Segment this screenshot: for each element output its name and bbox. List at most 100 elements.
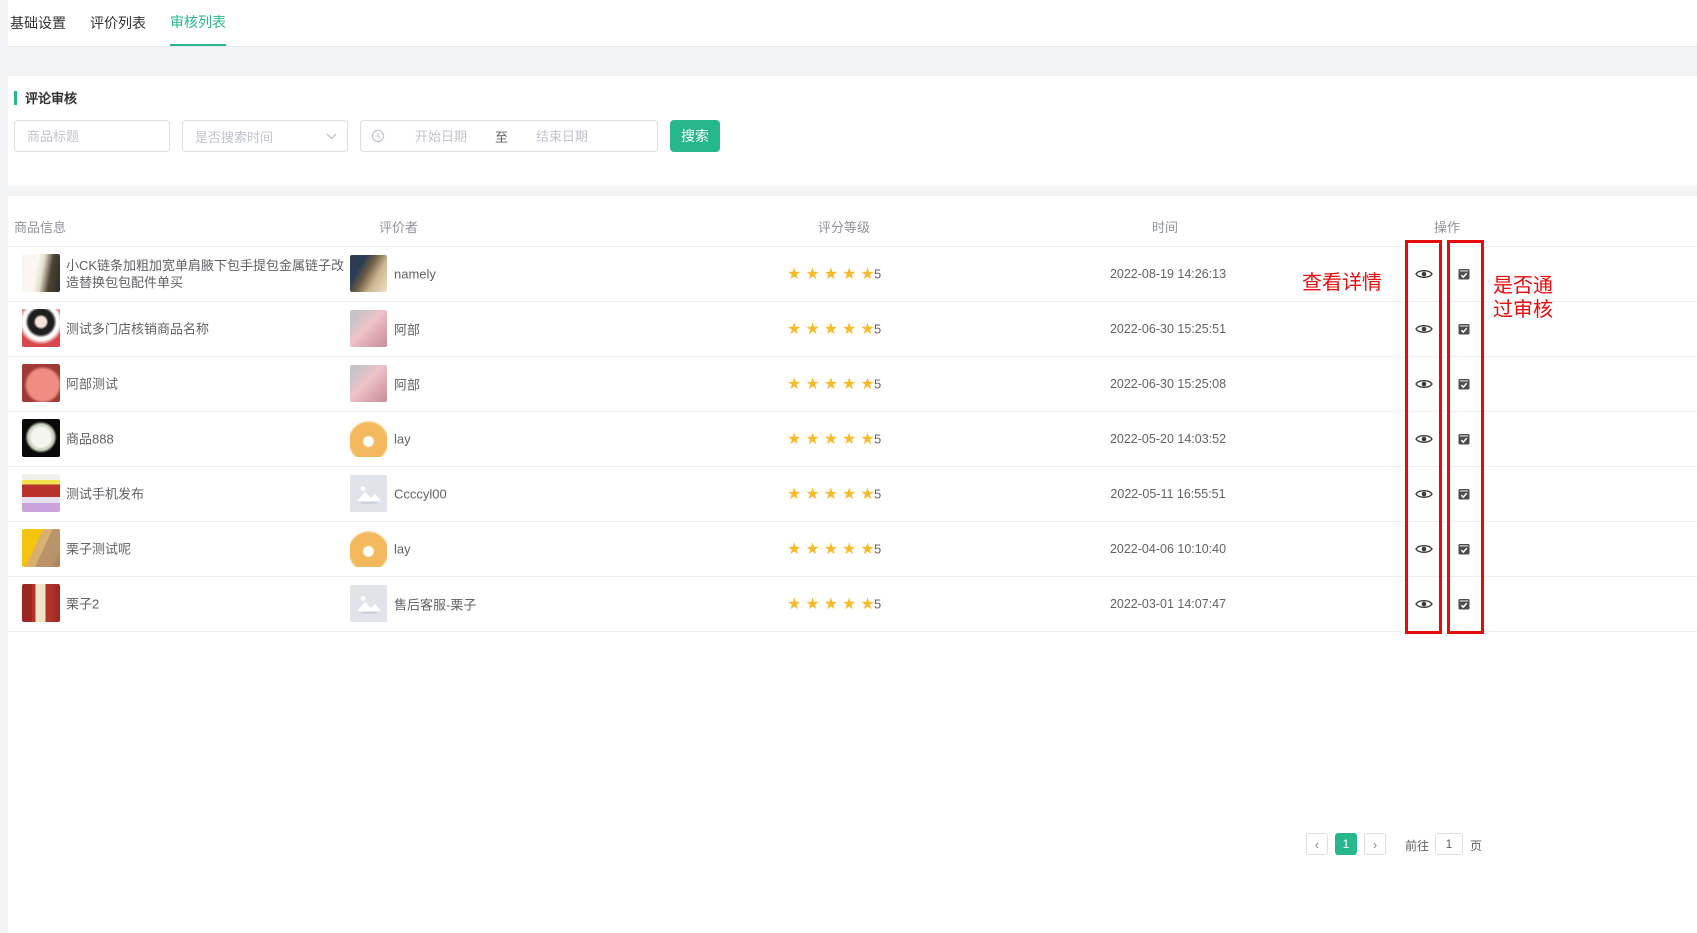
col-header-time: 时间 [1152,217,1178,236]
rating-stars: ★★★★★ [787,484,879,504]
reviewer-name: 售后客服-栗子 [394,594,476,613]
product-title: 测试手机发布 [66,485,352,502]
product-image [22,474,60,512]
image-placeholder-icon [356,483,382,505]
view-details-button[interactable] [1412,537,1436,561]
table-row: 商品888 lay ★★★★★ 5 2022-05-20 14:03:52 [8,411,1697,467]
search-button[interactable]: 搜索 [670,120,720,152]
start-date-input[interactable] [391,128,491,145]
search-time-select[interactable]: 是否搜索时间 [182,120,348,152]
chevron-down-icon [326,133,337,140]
search-time-select-placeholder: 是否搜索时间 [195,127,273,146]
tab-basic-settings[interactable]: 基础设置 [10,0,66,46]
approve-audit-button[interactable] [1452,427,1476,451]
rating-stars: ★★★★★ [787,374,879,394]
reviewer-name: Ccccyl00 [394,486,447,501]
review-time: 2022-08-19 14:26:13 [1098,267,1238,281]
review-time: 2022-06-30 15:25:08 [1098,377,1238,391]
review-time: 2022-06-30 15:25:51 [1098,322,1238,336]
audit-table: 商品信息 评价者 评分等级 时间 操作 小CK链条加粗加宽单肩腋下包手提包金属链… [8,196,1697,933]
table-row: 测试手机发布 Ccccyl00 ★★★★★ 5 2022-05-11 16:55… [8,466,1697,522]
check-square-icon [1457,597,1471,611]
product-title: 商品888 [66,430,352,447]
view-details-button[interactable] [1412,482,1436,506]
end-date-input[interactable] [512,128,612,145]
pagination-goto-input[interactable] [1435,833,1463,855]
reviewer-name: 阿部 [394,319,420,338]
pagination-page-unit: 页 [1470,837,1482,854]
col-header-action: 操作 [1434,217,1460,236]
product-title-input[interactable] [14,120,170,152]
review-time: 2022-05-11 16:55:51 [1098,487,1238,501]
table-row: 测试多门店核销商品名称 阿部 ★★★★★ 5 2022-06-30 15:25:… [8,301,1697,357]
date-range-picker[interactable]: 至 [360,120,658,152]
check-square-icon [1457,542,1471,556]
table-row: 小CK链条加粗加宽单肩腋下包手提包金属链子改造替换包包配件单买 namely ★… [8,246,1697,302]
pagination-page-1[interactable]: 1 [1335,833,1357,855]
section-title-label: 评论审核 [25,88,77,107]
approve-audit-button[interactable] [1452,372,1476,396]
product-image [22,419,60,457]
col-header-rating: 评分等级 [818,217,870,236]
pagination-next-button[interactable]: › [1364,833,1386,855]
reviewer-avatar [350,365,387,402]
product-image [22,309,60,347]
reviewer-name: lay [394,431,411,446]
rating-stars: ★★★★★ [787,594,879,614]
rating-value: 5 [874,431,881,446]
review-time: 2022-03-01 14:07:47 [1098,597,1238,611]
pagination-prev-button[interactable]: ‹ [1306,833,1328,855]
image-placeholder-icon [356,593,382,615]
view-details-button[interactable] [1412,372,1436,396]
tab-review-list[interactable]: 评价列表 [90,0,146,46]
view-details-button[interactable] [1412,317,1436,341]
filter-row: 是否搜索时间 至 搜索 [14,120,720,152]
col-header-reviewer: 评价者 [379,217,418,236]
rating-value: 5 [874,376,881,391]
check-square-icon [1457,432,1471,446]
tab-audit-list[interactable]: 审核列表 [170,0,226,46]
pagination-goto-label: 前往 [1405,837,1429,854]
rating-stars: ★★★★★ [787,539,879,559]
eye-icon [1415,433,1433,445]
approve-audit-button[interactable] [1452,317,1476,341]
rating-value: 5 [874,321,881,336]
product-image [22,254,60,292]
eye-icon [1415,488,1433,500]
reviewer-name: namely [394,266,436,281]
product-title: 测试多门店核销商品名称 [66,320,352,337]
rating-value: 5 [874,486,881,501]
chevron-left-icon: ‹ [1315,837,1319,852]
eye-icon [1415,268,1433,280]
product-image [22,529,60,567]
view-details-button[interactable] [1412,427,1436,451]
eye-icon [1415,378,1433,390]
check-square-icon [1457,377,1471,391]
view-details-button[interactable] [1412,592,1436,616]
check-square-icon [1457,322,1471,336]
rating-stars: ★★★★★ [787,264,879,284]
eye-icon [1415,598,1433,610]
section-title: 评论审核 [14,88,77,107]
rating-value: 5 [874,541,881,556]
review-time: 2022-04-06 10:10:40 [1098,542,1238,556]
tab-bar: 基础设置 评价列表 审核列表 [8,0,1697,47]
view-details-button[interactable] [1412,262,1436,286]
reviewer-avatar [350,255,387,292]
approve-audit-button[interactable] [1452,482,1476,506]
rating-stars: ★★★★★ [787,429,879,449]
product-title: 小CK链条加粗加宽单肩腋下包手提包金属链子改造替换包包配件单买 [66,257,352,291]
reviewer-avatar [350,530,387,567]
table-header: 商品信息 评价者 评分等级 时间 操作 [8,196,1697,247]
check-square-icon [1457,267,1471,281]
eye-icon [1415,543,1433,555]
approve-audit-button[interactable] [1452,262,1476,286]
product-image [22,364,60,402]
section-title-accent-bar [14,91,17,105]
product-title: 阿部测试 [66,375,352,392]
reviewer-avatar [350,475,387,512]
product-title: 栗子2 [66,595,352,612]
approve-audit-button[interactable] [1452,592,1476,616]
approve-audit-button[interactable] [1452,537,1476,561]
reviewer-name: 阿部 [394,374,420,393]
